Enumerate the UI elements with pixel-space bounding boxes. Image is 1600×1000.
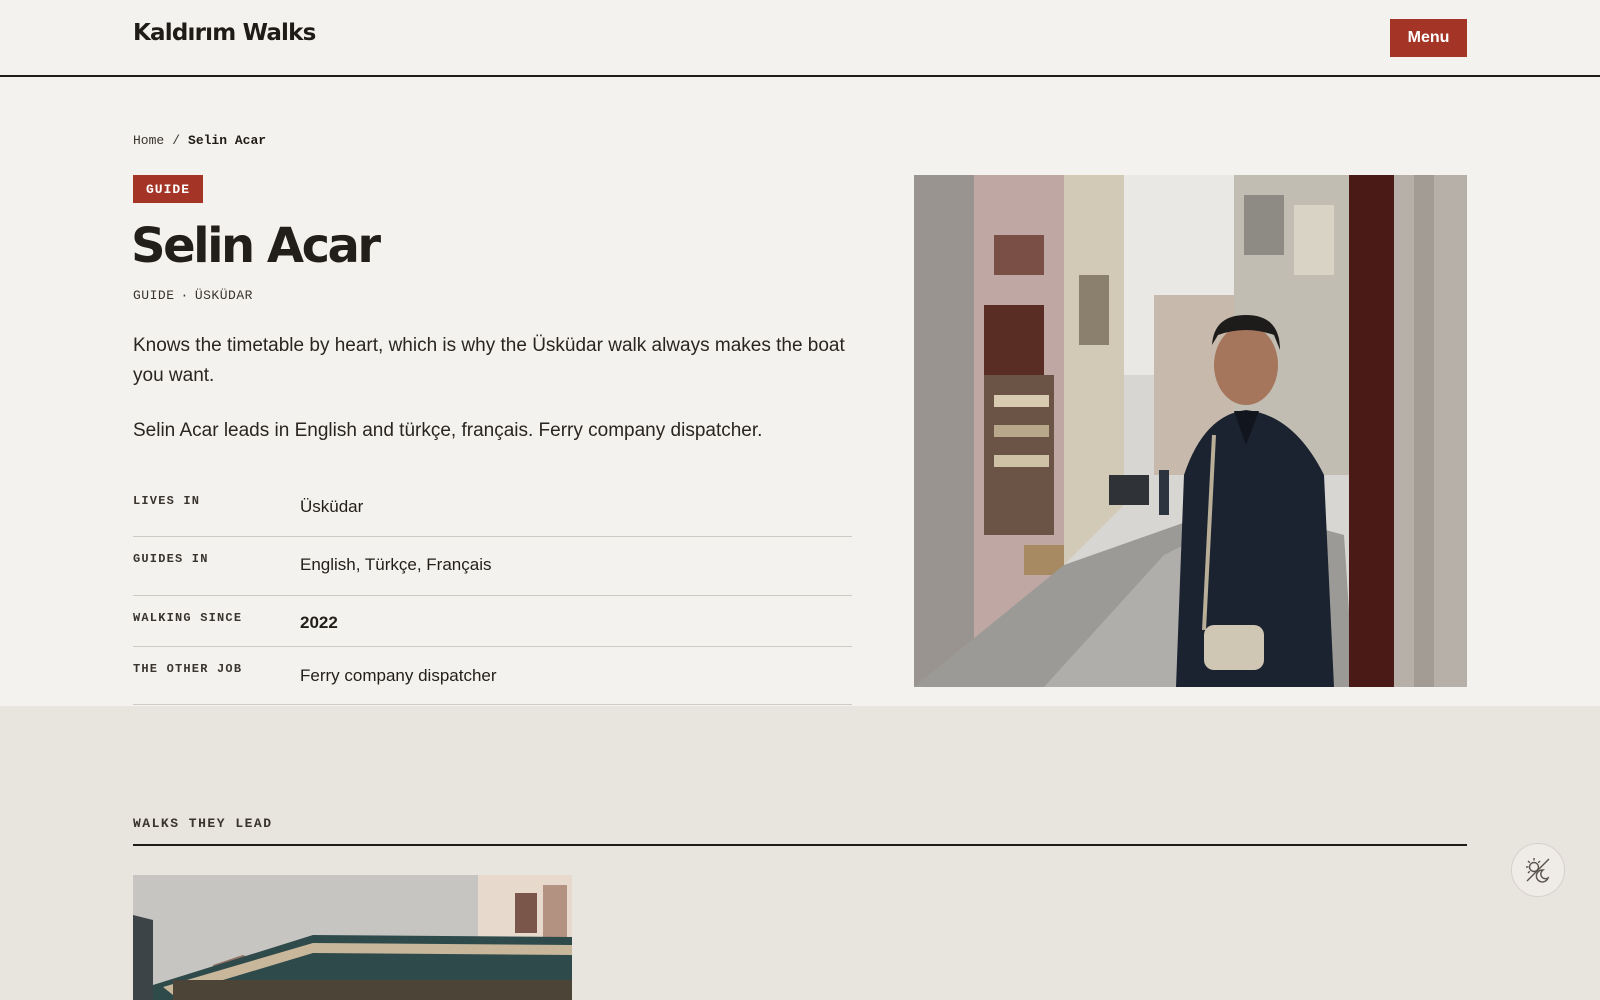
fact-label: GUIDES IN xyxy=(133,552,209,566)
walks-heading: WALKS THEY LEAD xyxy=(133,816,273,831)
fact-row-other-job: THE OTHER JOB Ferry company dispatcher xyxy=(133,647,852,705)
guide-bio: Selin Acar leads in English and türkçe, … xyxy=(133,420,763,441)
fact-row-guides-in: GUIDES IN English, Türkçe, Français xyxy=(133,537,852,596)
breadcrumb-home-link[interactable]: Home xyxy=(133,133,164,148)
fact-value: Üsküdar xyxy=(300,497,364,516)
role-badge: GUIDE xyxy=(133,175,203,203)
guide-meta: GUIDE · ÜSKÜDAR xyxy=(133,288,253,303)
fact-row-lives-in: LIVES IN Üsküdar xyxy=(133,479,852,537)
walks-section: WALKS THEY LEAD xyxy=(0,706,1600,1000)
meta-role: GUIDE xyxy=(133,288,175,303)
fact-row-walking-since: WALKING SINCE 2022 xyxy=(133,596,852,647)
meta-place: ÜSKÜDAR xyxy=(194,288,253,303)
menu-button[interactable]: Menu xyxy=(1390,19,1467,57)
sun-moon-icon xyxy=(1526,858,1550,883)
walks-divider xyxy=(133,844,1467,846)
fact-value: Ferry company dispatcher xyxy=(300,666,497,685)
walk-card-image xyxy=(133,875,572,1000)
walk-card[interactable] xyxy=(133,875,572,1000)
portrait-illustration xyxy=(914,175,1467,687)
breadcrumb-current: Selin Acar xyxy=(188,133,267,148)
fact-label: LIVES IN xyxy=(133,494,201,508)
breadcrumb: Home / Selin Acar xyxy=(133,133,266,148)
guide-portrait-image xyxy=(914,175,1467,687)
breadcrumb-separator: / xyxy=(172,133,181,148)
guide-intro: Knows the timetable by heart, which is w… xyxy=(133,335,845,386)
fact-value: 2022 xyxy=(300,613,338,632)
brand-logo[interactable]: Kaldırım Walks xyxy=(133,20,316,46)
site-header: Kaldırım Walks Menu xyxy=(0,0,1600,77)
page-title: Selin Acar xyxy=(131,218,381,274)
fact-value: English, Türkçe, Français xyxy=(300,555,492,574)
facts-table: LIVES IN Üsküdar GUIDES IN English, Türk… xyxy=(133,479,852,705)
fact-label: THE OTHER JOB xyxy=(133,662,243,676)
meta-separator: · xyxy=(180,288,189,303)
theme-toggle-button[interactable] xyxy=(1511,843,1565,897)
fact-label: WALKING SINCE xyxy=(133,611,243,625)
